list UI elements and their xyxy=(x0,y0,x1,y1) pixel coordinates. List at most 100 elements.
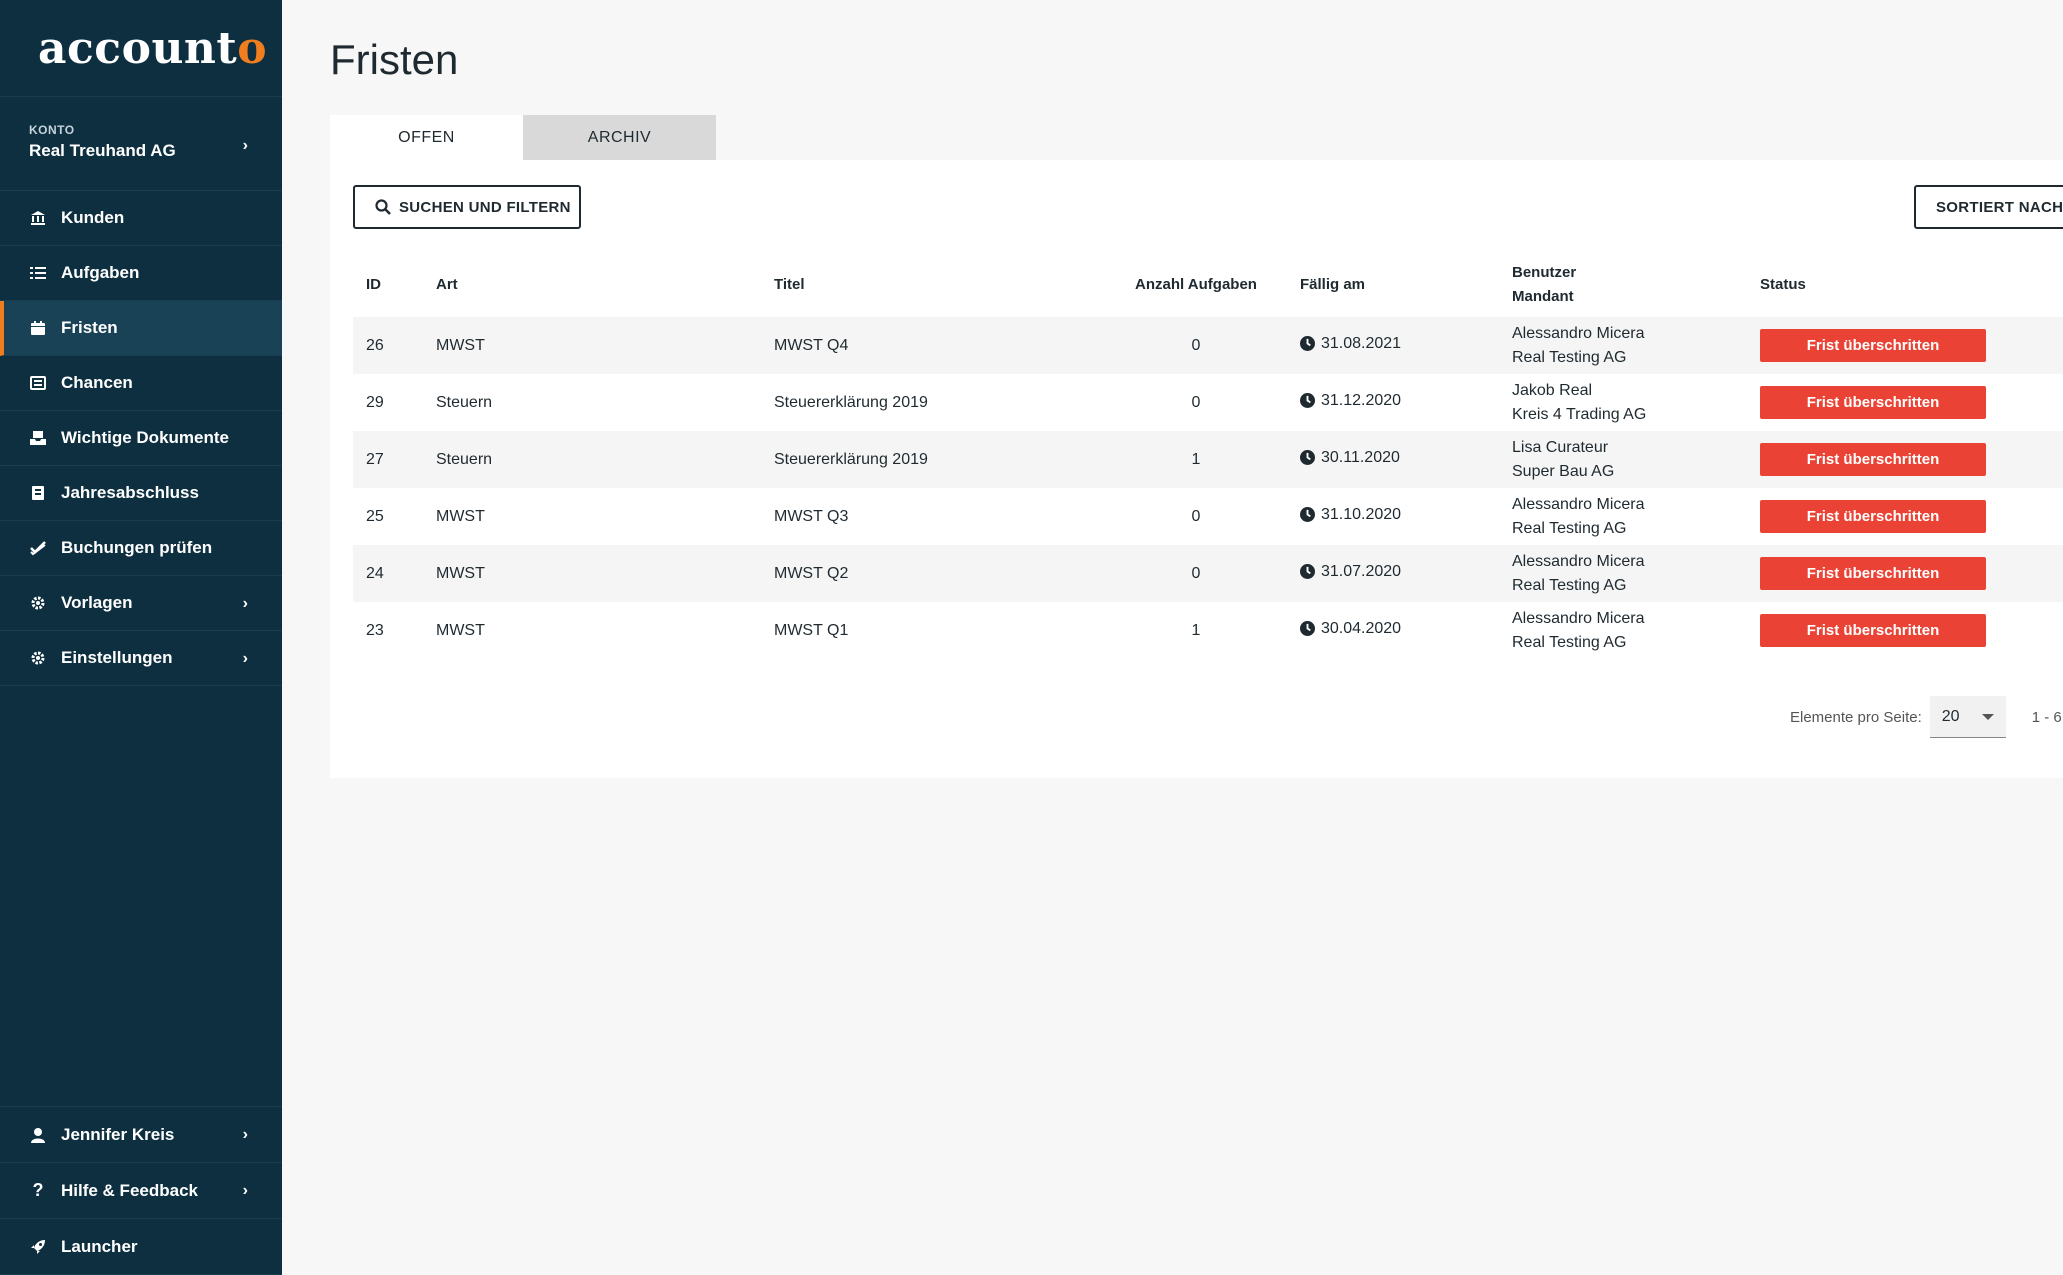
cell-titel: Steuererklärung 2019 xyxy=(774,450,928,468)
cell-art: MWST xyxy=(436,621,485,639)
cell-mandant: Super Bau AG xyxy=(1512,462,1615,480)
items-per-page-label: Elemente pro Seite: xyxy=(1790,708,1922,726)
cell-art: MWST xyxy=(436,564,485,582)
status-badge: Frist überschritten xyxy=(1760,386,1986,419)
cell-id: 25 xyxy=(366,507,384,525)
cell-status: Frist überschritten xyxy=(1760,545,2063,602)
cell-id: 23 xyxy=(366,621,384,639)
cell-benutzer: Alessandro Micera xyxy=(1512,552,1645,570)
cell-benutzer-mandant: Jakob Real Kreis 4 Trading AG xyxy=(1512,374,1760,431)
cell-anzahl: 0 xyxy=(1191,564,1201,582)
dropdown-caret-icon xyxy=(1981,714,1994,720)
items-per-page-value: 20 xyxy=(1941,707,1960,725)
cell-titel: Steuererklärung 2019 xyxy=(774,393,928,411)
app-logo[interactable]: account o xyxy=(0,0,282,97)
cell-benutzer-mandant: Alessandro Micera Real Testing AG xyxy=(1512,317,1760,374)
cell-anzahl: 0 xyxy=(1191,393,1201,411)
status-badge: Frist überschritten xyxy=(1760,614,1986,647)
user-icon xyxy=(29,1126,47,1144)
sidebar-item-jahresabschluss[interactable]: Jahresabschluss xyxy=(0,466,282,521)
column-header-id[interactable]: ID xyxy=(353,252,436,317)
sort-button[interactable]: SORTIERT NACH F xyxy=(1914,185,2063,229)
table-header-row: ID Art Titel Anzahl Aufgaben Fällig am B… xyxy=(353,252,2063,317)
cell-titel: MWST Q1 xyxy=(774,621,849,639)
sidebar-item-label: Launcher xyxy=(61,1236,138,1256)
sidebar-item-buchungen-pruefen[interactable]: Buchungen prüfen xyxy=(0,521,282,576)
pagination: Elemente pro Seite: 20 1 - 6 xyxy=(1790,696,2062,738)
sidebar-item-label: Wichtige Dokumente xyxy=(61,428,229,447)
sidebar-item-fristen[interactable]: Fristen xyxy=(0,301,282,356)
column-header-titel[interactable]: Titel xyxy=(774,252,1104,317)
due-date: 31.10.2020 xyxy=(1321,505,1402,523)
due-date: 31.08.2021 xyxy=(1321,334,1402,352)
clock-icon xyxy=(1300,450,1315,466)
sidebar-item-kunden[interactable]: Kunden xyxy=(0,191,282,246)
sidebar-item-label: Hilfe & Feedback xyxy=(61,1180,198,1200)
cell-status: Frist überschritten xyxy=(1760,317,2063,374)
tab-archiv[interactable]: ARCHIV xyxy=(523,115,716,160)
cell-id: 29 xyxy=(366,393,384,411)
column-header-faellig-am[interactable]: Fällig am xyxy=(1288,252,1512,317)
chevron-right-icon: › xyxy=(242,650,248,667)
table-row[interactable]: 24 MWST MWST Q2 0 31.07.2020 Alessandro … xyxy=(353,545,2063,602)
cell-faellig: 31.10.2020 xyxy=(1288,488,1512,545)
cell-faellig: 31.07.2020 xyxy=(1288,545,1512,602)
book-icon xyxy=(29,484,47,502)
inbox-icon xyxy=(29,429,47,447)
table-row[interactable]: 25 MWST MWST Q3 0 31.10.2020 Alessandro … xyxy=(353,488,2063,545)
search-icon xyxy=(375,199,391,215)
cell-mandant: Kreis 4 Trading AG xyxy=(1512,405,1647,423)
sidebar-item-chancen[interactable]: Chancen xyxy=(0,356,282,411)
gear-icon xyxy=(29,594,47,612)
clock-icon xyxy=(1300,507,1315,523)
items-per-page-select[interactable]: 20 xyxy=(1929,696,2006,738)
cell-status: Frist überschritten xyxy=(1760,488,2063,545)
cell-faellig: 31.08.2021 xyxy=(1288,317,1512,374)
sidebar-item-help-feedback[interactable]: ? Hilfe & Feedback › xyxy=(0,1163,282,1219)
sort-label: SORTIERT NACH F xyxy=(1936,198,2063,216)
due-date: 30.11.2020 xyxy=(1321,448,1400,466)
cell-benutzer: Alessandro Micera xyxy=(1512,609,1645,627)
list-icon xyxy=(29,264,47,282)
column-header-anzahl-aufgaben[interactable]: Anzahl Aufgaben xyxy=(1104,252,1288,317)
sidebar-item-vorlagen[interactable]: Vorlagen › xyxy=(0,576,282,631)
table-row[interactable]: 29 Steuern Steuererklärung 2019 0 31.12.… xyxy=(353,374,2063,431)
table-row[interactable]: 23 MWST MWST Q1 1 30.04.2020 Alessandro … xyxy=(353,602,2063,659)
cell-benutzer-mandant: Alessandro Micera Real Testing AG xyxy=(1512,545,1760,602)
chevron-right-icon: › xyxy=(242,595,248,612)
sidebar-item-aufgaben[interactable]: Aufgaben xyxy=(0,246,282,301)
table-row[interactable]: 27 Steuern Steuererklärung 2019 1 30.11.… xyxy=(353,431,2063,488)
cell-mandant: Real Testing AG xyxy=(1512,348,1627,366)
column-header-status[interactable]: Status xyxy=(1760,252,2063,317)
table-row[interactable]: 26 MWST MWST Q4 0 31.08.2021 Alessandro … xyxy=(353,317,2063,374)
cell-titel: MWST Q4 xyxy=(774,336,849,354)
cell-faellig: 30.11.2020 xyxy=(1288,431,1512,488)
cell-benutzer: Alessandro Micera xyxy=(1512,324,1645,342)
clock-icon xyxy=(1300,393,1315,409)
cell-id: 27 xyxy=(366,450,384,468)
sidebar-item-einstellungen[interactable]: Einstellungen › xyxy=(0,631,282,686)
search-filter-button[interactable]: SUCHEN UND FILTERN xyxy=(353,185,581,229)
column-header-benutzer: Benutzer xyxy=(1512,263,1577,281)
due-date: 30.04.2020 xyxy=(1321,619,1402,637)
sidebar-item-wichtige-dokumente[interactable]: Wichtige Dokumente xyxy=(0,411,282,466)
logo-accent: o xyxy=(237,22,268,74)
sidebar-item-label: Einstellungen xyxy=(61,648,173,667)
logo-text: account xyxy=(38,22,238,74)
account-switcher[interactable]: KONTO Real Treuhand AG › xyxy=(0,97,282,191)
column-header-benutzer-mandant[interactable]: Benutzer Mandant xyxy=(1512,252,1760,317)
column-header-art[interactable]: Art xyxy=(436,252,774,317)
cell-benutzer-mandant: Lisa Curateur Super Bau AG xyxy=(1512,431,1760,488)
cell-id: 24 xyxy=(366,564,384,582)
cell-anzahl: 0 xyxy=(1191,507,1201,525)
cell-art: Steuern xyxy=(436,450,493,468)
question-icon: ? xyxy=(32,1180,44,1200)
sidebar-item-user-profile[interactable]: Jennifer Kreis › xyxy=(0,1107,282,1163)
sidebar-item-launcher[interactable]: Launcher xyxy=(0,1219,282,1275)
main-nav: Kunden Aufgaben Fristen Chancen Wichtige… xyxy=(0,191,282,686)
tab-offen[interactable]: OFFEN xyxy=(330,115,523,160)
column-header-mandant: Mandant xyxy=(1512,287,1574,305)
cell-mandant: Real Testing AG xyxy=(1512,633,1627,651)
sidebar-footer: Jennifer Kreis › ? Hilfe & Feedback › La… xyxy=(0,1106,282,1275)
sidebar: account o KONTO Real Treuhand AG › Kunden… xyxy=(0,0,282,1275)
